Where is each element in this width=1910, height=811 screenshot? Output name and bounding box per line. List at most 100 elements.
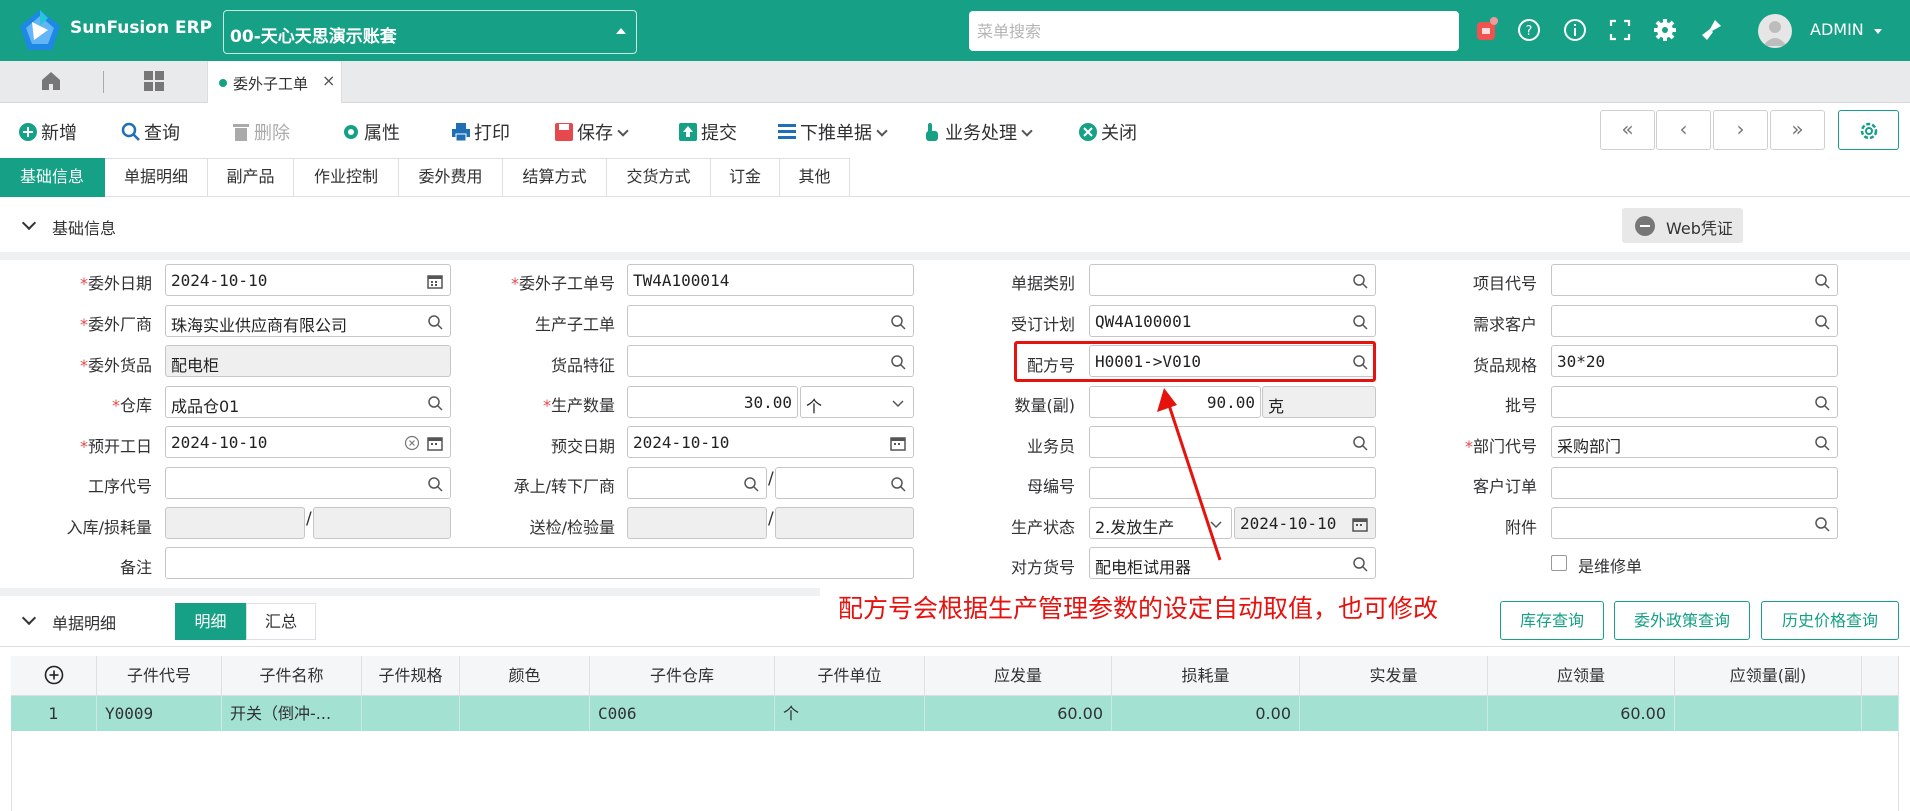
cell-name[interactable]: 开关（倒冲-...	[222, 696, 362, 731]
first-record-button[interactable]: «	[1600, 110, 1655, 150]
cell-actual-qty[interactable]	[1300, 696, 1488, 731]
search-icon[interactable]	[427, 395, 443, 411]
search-icon[interactable]	[427, 314, 443, 330]
home-icon[interactable]	[39, 69, 63, 93]
search-icon[interactable]	[743, 476, 759, 492]
properties-button[interactable]: 属性	[341, 119, 400, 145]
search-icon[interactable]	[1352, 354, 1368, 370]
cell-loss-qty[interactable]: 0.00	[1112, 696, 1300, 731]
search-icon[interactable]	[1814, 314, 1830, 330]
tab-by-products[interactable]: 副产品	[208, 158, 294, 197]
demand-customer-field[interactable]	[1551, 305, 1838, 337]
new-button[interactable]: 新增	[18, 119, 77, 145]
search-icon[interactable]	[427, 476, 443, 492]
doc-type-field[interactable]	[1089, 264, 1376, 296]
order-plan-field[interactable]: QW4A100001	[1089, 305, 1376, 337]
outsource-date-field[interactable]: 2024-10-10	[165, 264, 451, 296]
tab-outsource-cost[interactable]: 委外费用	[399, 158, 503, 197]
plus-circle-icon[interactable]	[44, 665, 64, 685]
calendar-icon[interactable]	[427, 273, 443, 289]
search-icon[interactable]	[1814, 516, 1830, 532]
process-code-field[interactable]	[165, 467, 451, 499]
outsource-policy-query-button[interactable]: 委外政策查询	[1614, 601, 1750, 640]
save-button[interactable]: 保存	[554, 119, 629, 145]
customer-order-field[interactable]	[1551, 467, 1838, 499]
account-selector[interactable]: 00-天心天思演示账套	[223, 10, 637, 54]
inventory-query-button[interactable]: 库存查询	[1500, 601, 1604, 640]
add-row-header[interactable]	[11, 656, 97, 696]
cell-unit[interactable]: 个	[775, 696, 925, 731]
outsource-no-field[interactable]: TW4A100014	[627, 264, 914, 296]
parent-no-field[interactable]	[1089, 467, 1376, 499]
tab-deposit[interactable]: 订金	[711, 158, 780, 197]
submit-button[interactable]: 提交	[678, 119, 737, 145]
prod-qty-field[interactable]: 30.00	[627, 386, 798, 418]
detail-header[interactable]: 单据明细	[0, 596, 160, 646]
search-icon[interactable]	[1814, 273, 1830, 289]
next-record-button[interactable]: ›	[1713, 110, 1768, 150]
price-history-query-button[interactable]: 历史价格查询	[1761, 601, 1899, 640]
close-button[interactable]: 关闭	[1078, 119, 1137, 145]
formula-field[interactable]: H0001->V010	[1089, 345, 1376, 377]
tab-other[interactable]: 其他	[780, 158, 850, 197]
tab-detail-view[interactable]: 明细	[175, 603, 246, 640]
is-repair-checkbox[interactable]	[1551, 555, 1567, 571]
tab-doc-details[interactable]: 单据明细	[105, 158, 208, 197]
apps-grid-icon[interactable]	[142, 69, 166, 93]
tab-outsource-sub-order[interactable]: 委外子工单 ×	[207, 61, 342, 103]
col-header[interactable]: 颜色	[460, 656, 590, 696]
col-header[interactable]: 子件名称	[222, 656, 362, 696]
search-icon[interactable]	[1814, 395, 1830, 411]
cell-required-qty[interactable]: 60.00	[1488, 696, 1675, 731]
clean-broom-icon[interactable]	[1699, 17, 1725, 43]
cell-spec[interactable]	[362, 696, 460, 731]
col-header[interactable]: 子件单位	[775, 656, 925, 696]
last-record-button[interactable]: »	[1770, 110, 1825, 150]
tab-summary-view[interactable]: 汇总	[246, 603, 316, 640]
col-header[interactable]: 损耗量	[1112, 656, 1300, 696]
col-header[interactable]: 子件代号	[97, 656, 222, 696]
plan-start-field[interactable]: 2024-10-10	[165, 426, 451, 458]
col-header[interactable]: 子件规格	[362, 656, 460, 696]
tab-settlement[interactable]: 结算方式	[503, 158, 607, 197]
col-header[interactable]: 应领量	[1488, 656, 1675, 696]
counter-goods-field[interactable]: 配电柜试用器	[1089, 547, 1376, 579]
query-button[interactable]: 查询	[121, 119, 180, 145]
plan-delivery-field[interactable]: 2024-10-10	[627, 426, 914, 458]
clear-circle-icon[interactable]	[404, 435, 420, 451]
calendar-icon[interactable]	[890, 435, 906, 451]
prod-sub-order-field[interactable]	[627, 305, 914, 337]
col-header[interactable]: 应领量(副)	[1675, 656, 1862, 696]
cell-color[interactable]	[460, 696, 590, 731]
dept-field[interactable]: 采购部门	[1551, 426, 1838, 458]
salesman-field[interactable]	[1089, 426, 1376, 458]
downstream-vendor-field[interactable]	[775, 467, 914, 499]
push-down-button[interactable]: 下推单据	[777, 119, 888, 145]
prev-record-button[interactable]: ‹	[1656, 110, 1711, 150]
upstream-vendor-field[interactable]	[627, 467, 767, 499]
goods-feature-field[interactable]	[627, 345, 914, 377]
user-avatar[interactable]	[1758, 14, 1792, 48]
tab-operation-control[interactable]: 作业控制	[294, 158, 399, 197]
search-icon[interactable]	[1352, 273, 1368, 289]
info-icon[interactable]	[1562, 17, 1588, 43]
close-tab-icon[interactable]: ×	[322, 71, 335, 90]
search-icon[interactable]	[890, 476, 906, 492]
tab-basic-info[interactable]: 基础信息	[0, 158, 105, 197]
menu-search-input[interactable]	[969, 11, 1459, 51]
col-header[interactable]: 实发量	[1300, 656, 1488, 696]
col-header[interactable]: 应发量	[925, 656, 1112, 696]
row-number[interactable]: 1	[11, 696, 97, 731]
vendor-field[interactable]: 珠海实业供应商有限公司	[165, 305, 451, 337]
project-code-field[interactable]	[1551, 264, 1838, 296]
business-process-button[interactable]: 业务处理	[922, 119, 1033, 145]
delete-button[interactable]: 删除	[231, 119, 290, 145]
calendar-icon[interactable]	[427, 435, 443, 451]
help-icon[interactable]: ?	[1516, 17, 1542, 43]
print-button[interactable]: 打印	[451, 119, 510, 145]
search-icon[interactable]	[1352, 556, 1368, 572]
prod-unit-select[interactable]: 个	[800, 386, 914, 418]
search-icon[interactable]	[890, 354, 906, 370]
search-icon[interactable]	[1352, 435, 1368, 451]
cell-code[interactable]: Y0009	[97, 696, 222, 731]
